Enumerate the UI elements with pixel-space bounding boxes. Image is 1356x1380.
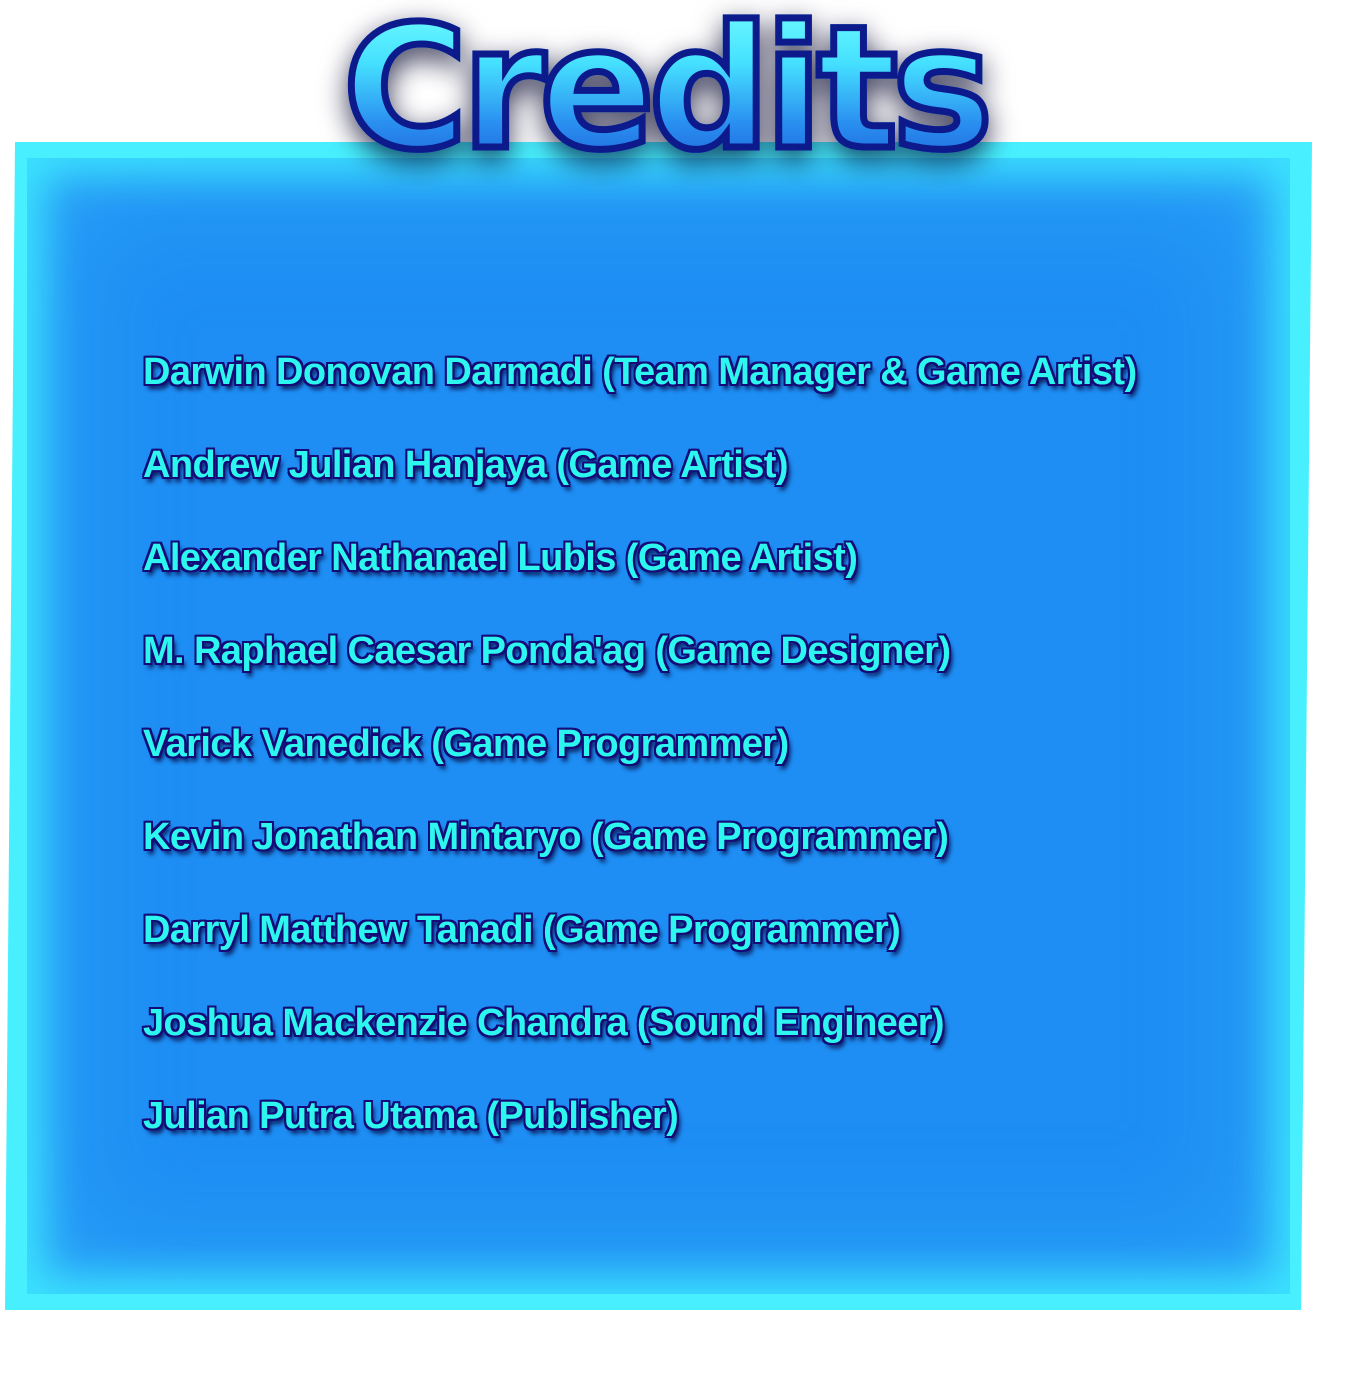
credit-entry: Alexander Nathanael Lubis (Game Artist): [143, 537, 858, 579]
credit-entry: Varick Vanedick (Game Programmer): [143, 723, 789, 765]
credit-entry: Kevin Jonathan Mintaryo (Game Programmer…: [143, 816, 949, 858]
credit-entry: Julian Putra Utama (Publisher): [143, 1095, 679, 1137]
credit-entry: Darwin Donovan Darmadi (Team Manager & G…: [143, 351, 1137, 393]
credits-screen: Credits Darwin Donovan Darmadi (Team Man…: [0, 0, 1356, 1380]
credit-entry: Darryl Matthew Tanadi (Game Programmer): [143, 909, 901, 951]
credit-entry: M. Raphael Caesar Ponda'ag (Game Designe…: [143, 630, 951, 672]
credit-entry: Andrew Julian Hanjaya (Game Artist): [143, 444, 788, 486]
credits-list: Darwin Donovan Darmadi (Team Manager & G…: [143, 345, 1137, 1182]
credit-entry: Joshua Mackenzie Chandra (Sound Engineer…: [143, 1002, 945, 1044]
credits-title: Credits: [0, 1, 1330, 178]
title-container: Credits: [0, 0, 1330, 190]
